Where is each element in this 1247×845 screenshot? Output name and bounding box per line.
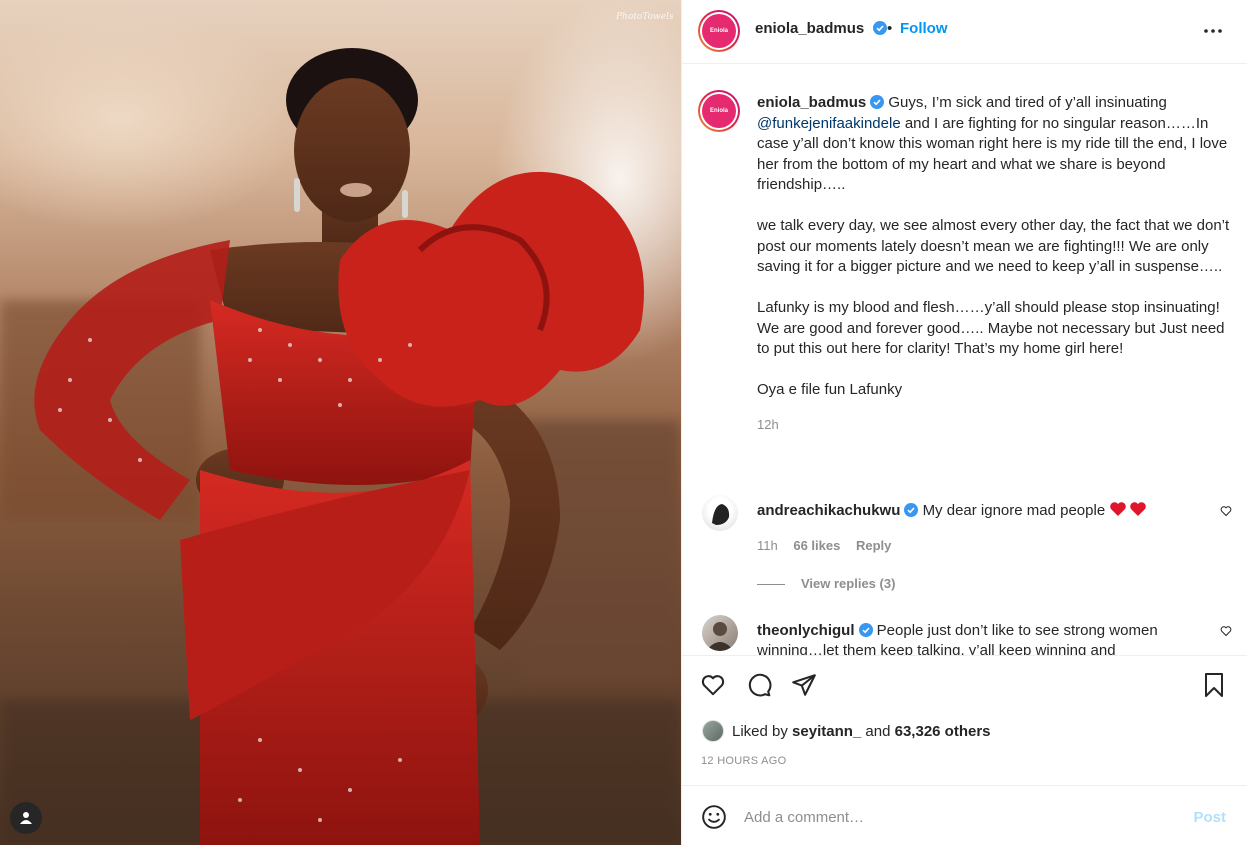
share-send-icon[interactable] xyxy=(791,672,817,698)
post-photo[interactable]: PhotoTowels xyxy=(0,0,681,845)
caption-paragraph: eniola_badmus Guys, I’m sick and tired o… xyxy=(757,93,1232,196)
caption-paragraph: Lafunky is my blood and flesh……y’all sho… xyxy=(757,299,1225,357)
comment-item: andreachikachukwu My dear ignore mad peo… xyxy=(702,495,1232,595)
caption-username[interactable]: eniola_badmus xyxy=(757,94,866,111)
liked-user-link[interactable]: seyitann_ xyxy=(792,723,861,740)
author-avatar[interactable]: Eniola xyxy=(698,10,740,52)
verified-badge-icon xyxy=(870,95,885,109)
comment-likes[interactable]: 66 likes xyxy=(793,538,840,553)
post-caption: eniola_badmus Guys, I’m sick and tired o… xyxy=(757,93,1232,435)
avatar-label: Eniola xyxy=(709,28,728,34)
post-comment-button[interactable]: Post xyxy=(1193,809,1226,826)
comment-content: andreachikachukwu My dear ignore mad peo… xyxy=(757,501,1207,594)
view-replies-button[interactable]: View replies (3) xyxy=(757,574,1207,594)
comments-scroll-area[interactable]: Eniola eniola_badmus Guys, I’m sick and … xyxy=(682,65,1247,655)
likes-summary: Liked by seyitann_ and 63,326 others xyxy=(702,720,991,742)
red-hearts-emoji-icon xyxy=(1110,502,1147,516)
figure-illustration xyxy=(34,48,644,845)
caption-author-avatar[interactable]: Eniola xyxy=(698,90,740,132)
author-username[interactable]: eniola_badmus xyxy=(755,20,864,37)
like-comment-heart-icon[interactable] xyxy=(1220,505,1232,517)
post-side-panel: Eniola eniola_badmus • Follow Eniola eni… xyxy=(681,0,1247,845)
tagged-users-button[interactable] xyxy=(10,802,42,834)
replies-divider xyxy=(757,583,785,585)
comment-reply-button[interactable]: Reply xyxy=(856,538,891,553)
caption-text-pre: Guys, I’m sick and tired of y’all insinu… xyxy=(888,94,1167,111)
emoji-icon[interactable] xyxy=(701,804,727,830)
view-replies-label: View replies (3) xyxy=(801,576,896,591)
person-icon xyxy=(20,812,32,824)
commenter-avatar[interactable] xyxy=(702,615,738,651)
verified-badge-icon xyxy=(872,21,887,35)
caption-paragraph: we talk every day, we see almost every o… xyxy=(757,217,1230,275)
liked-others-link[interactable]: 63,326 others xyxy=(895,723,991,740)
verified-badge-icon xyxy=(858,623,873,637)
like-comment-heart-icon[interactable] xyxy=(1220,625,1232,637)
commenter-username[interactable]: andreachikachukwu xyxy=(757,502,900,519)
photo-watermark: PhotoTowels xyxy=(616,12,674,22)
avatar-label: Eniola xyxy=(709,108,728,114)
follow-button[interactable]: Follow xyxy=(900,20,948,37)
avatar-silhouette-icon xyxy=(712,504,730,525)
comment-bubble-icon[interactable] xyxy=(746,672,772,698)
comment-meta: 11h 66 likes Reply xyxy=(757,536,1207,556)
verified-badge-icon xyxy=(904,503,919,517)
comment-content: theonlychigul People just don’t like to … xyxy=(757,621,1207,655)
author-name-wrap: eniola_badmus xyxy=(755,20,887,38)
liked-and: and xyxy=(865,722,891,740)
caption-paragraph: Oya e file fun Lafunky xyxy=(757,381,903,398)
commenter-username[interactable]: theonlychigul xyxy=(757,622,855,639)
header-separator: • xyxy=(887,20,893,37)
save-bookmark-icon[interactable] xyxy=(1202,672,1226,698)
liker-avatar[interactable] xyxy=(702,720,724,742)
comment-item: theonlychigul People just don’t like to … xyxy=(702,615,1232,655)
commenter-avatar[interactable] xyxy=(702,495,738,531)
avatar-photo-icon xyxy=(706,622,734,651)
caption-time[interactable]: 12h xyxy=(757,415,1232,436)
post-time-ago[interactable]: 12 HOURS AGO xyxy=(701,755,787,767)
caption-mention-link[interactable]: @funkejenifaakindele xyxy=(757,115,901,132)
post-header: Eniola eniola_badmus • Follow xyxy=(682,0,1247,64)
more-options-icon[interactable] xyxy=(1202,20,1224,42)
like-heart-icon[interactable] xyxy=(700,672,726,698)
comment-time[interactable]: 11h xyxy=(757,538,778,553)
post-actions: Liked by seyitann_ and 63,326 others 12 … xyxy=(682,655,1247,785)
comment-text: My dear ignore mad people xyxy=(922,502,1106,519)
liked-prefix: Liked by xyxy=(732,722,788,740)
add-comment-bar: Post xyxy=(682,785,1247,845)
comment-input[interactable] xyxy=(744,804,1174,830)
